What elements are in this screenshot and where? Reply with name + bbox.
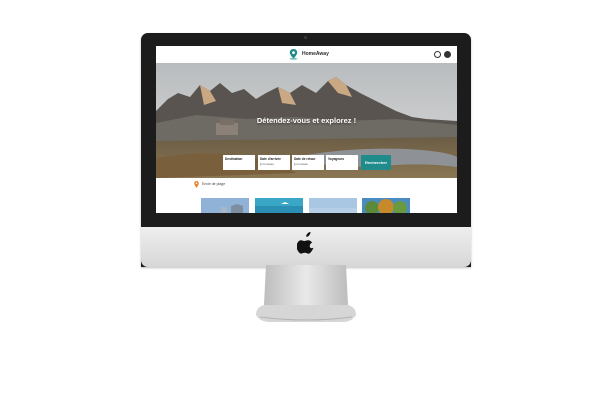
- card-image: [255, 198, 303, 213]
- location-pin-icon[interactable]: [289, 49, 298, 60]
- return-date-label: Date de retour: [294, 157, 316, 161]
- destination-card[interactable]: [309, 198, 357, 213]
- arrival-date-field[interactable]: Date d'arrivée jj/mm/aaaa: [258, 155, 290, 170]
- card-image: [201, 198, 249, 213]
- site-header: HomeAway: [156, 46, 457, 64]
- travelers-field[interactable]: Voyageurs: [326, 155, 358, 170]
- destination-card[interactable]: [201, 198, 249, 213]
- return-date-value: jj/mm/aaaa: [294, 162, 308, 166]
- search-button[interactable]: Rechercher: [361, 155, 391, 170]
- arrival-date-label: Date d'arrivée: [260, 157, 281, 161]
- travelers-label: Voyageurs: [328, 157, 345, 161]
- content-section: Envie de plage: [156, 178, 457, 213]
- apple-icon: [297, 232, 314, 254]
- card-image: [309, 198, 357, 213]
- return-date-field[interactable]: Date de retour jj/mm/aaaa: [292, 155, 324, 170]
- imac-stand: [256, 265, 356, 322]
- user-icon[interactable]: [444, 51, 451, 58]
- destination-card[interactable]: [255, 198, 303, 213]
- card-image: [362, 198, 410, 213]
- location-pin-icon: [194, 181, 199, 188]
- arrival-date-value: jj/mm/aaaa: [260, 162, 274, 166]
- brand-name[interactable]: HomeAway: [302, 51, 329, 57]
- destination-field[interactable]: Destination: [223, 155, 255, 170]
- destination-card[interactable]: [362, 198, 410, 213]
- help-icon[interactable]: [434, 51, 441, 58]
- website-screen: HomeAway Détendez-vous et explorez ! Des…: [156, 46, 457, 213]
- section-title: Envie de plage: [202, 182, 226, 186]
- hero-banner: Détendez-vous et explorez ! Destination …: [156, 63, 457, 178]
- webcam: [304, 36, 307, 39]
- destination-label: Destination: [225, 157, 243, 161]
- hero-title: Détendez-vous et explorez !: [256, 116, 357, 125]
